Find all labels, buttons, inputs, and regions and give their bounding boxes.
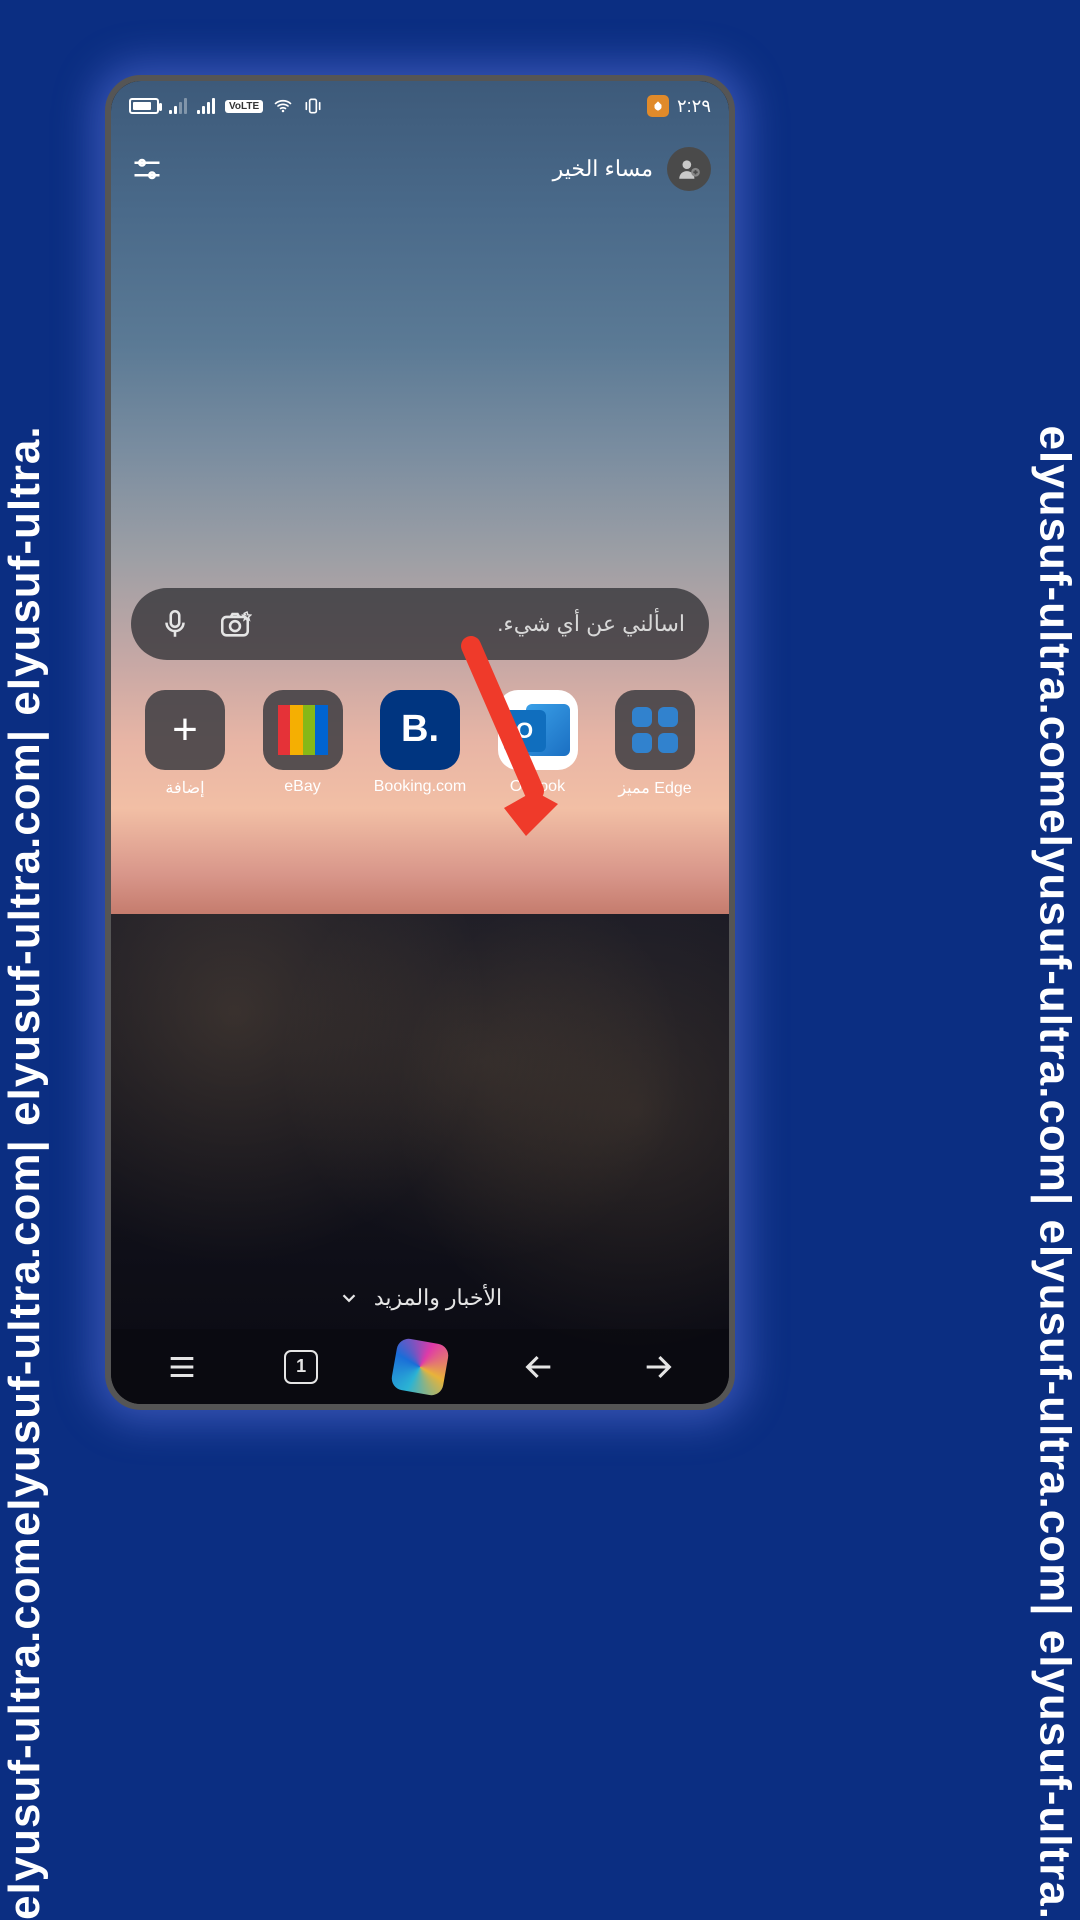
ebay-icon (278, 705, 328, 755)
app-shortcuts-row: + إضافة eBay B. Booking.com O Outlook م (111, 690, 729, 828)
notification-badge-icon (647, 95, 669, 117)
device-frame: VoLTE ٢:٢٩ مساء الخير (105, 75, 735, 1410)
app-outlook[interactable]: O Outlook (488, 690, 588, 798)
search-bar[interactable]: اسألني عن أي شيء. (131, 588, 709, 660)
tabs-button[interactable]: 1 (275, 1341, 327, 1393)
vibrate-icon (303, 96, 323, 116)
power-button (730, 421, 735, 561)
news-expand-row[interactable]: الأخبار والمزيد (111, 1285, 729, 1329)
phone-screen: VoLTE ٢:٢٩ مساء الخير (111, 81, 729, 1404)
app-booking[interactable]: B. Booking.com (370, 690, 470, 798)
volume-button (730, 251, 735, 341)
app-edge-featured[interactable]: مميز Edge (605, 690, 705, 798)
plus-icon: + (172, 705, 198, 755)
clock-text: ٢:٢٩ (677, 96, 711, 117)
microphone-icon[interactable] (155, 604, 195, 644)
app-ebay-label: eBay (284, 778, 320, 796)
forward-button[interactable] (632, 1341, 684, 1393)
signal-1-icon (169, 98, 187, 114)
page-header: مساء الخير (111, 131, 729, 207)
copilot-button[interactable] (394, 1341, 446, 1393)
volte-badge: VoLTE (225, 100, 263, 113)
app-add[interactable]: + إضافة (135, 690, 235, 798)
copilot-icon (390, 1336, 450, 1396)
booking-icon: B. (401, 708, 439, 751)
tab-count: 1 (284, 1350, 318, 1384)
news-label: الأخبار والمزيد (374, 1285, 502, 1311)
grid-icon (632, 707, 678, 753)
menu-button[interactable] (156, 1341, 208, 1393)
camera-icon[interactable] (215, 604, 255, 644)
outlook-icon: O (504, 710, 546, 752)
app-outlook-label: Outlook (510, 778, 565, 796)
watermark-left: elyusuf-ultra.comelyusuf-ultra.com| elyu… (0, 425, 50, 1920)
signal-2-icon (197, 98, 215, 114)
settings-icon[interactable] (129, 151, 165, 187)
profile-add-button[interactable] (667, 147, 711, 191)
watermark-right: elyusuf-ultra.comelyusuf-ultra.com| elyu… (1030, 425, 1080, 1920)
battery-icon (129, 98, 159, 114)
back-button[interactable] (513, 1341, 565, 1393)
bottom-nav: 1 (111, 1329, 729, 1404)
app-edge-label: مميز Edge (618, 778, 691, 798)
app-booking-label: Booking.com (374, 778, 467, 796)
status-bar: VoLTE ٢:٢٩ (111, 81, 729, 131)
app-ebay[interactable]: eBay (253, 690, 353, 798)
greeting-text: مساء الخير (553, 156, 653, 182)
wifi-icon (273, 96, 293, 116)
search-placeholder: اسألني عن أي شيء. (497, 611, 685, 637)
app-add-label: إضافة (165, 778, 204, 798)
chevron-down-icon (338, 1287, 360, 1309)
